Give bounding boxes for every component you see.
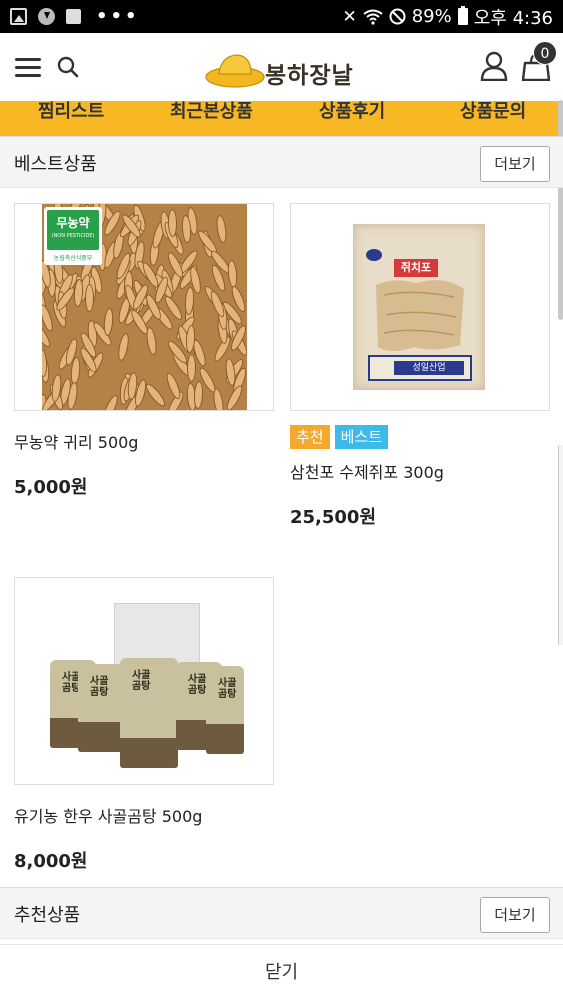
product-card[interactable]: 무농약 (NON PESTICIDE) 농림축산식품부 무농약 귀리 500g … [14,203,274,499]
store-notification-icon [66,9,81,24]
tab-recently-viewed[interactable]: 최근본상품 [170,101,253,123]
product-card[interactable]: 쥐치포 성일산업 추천 베스트 삼천포 수제쥐포 300g 25,500원 [290,203,550,529]
oat-grain [73,278,84,308]
oat-grain [226,259,239,289]
dried-filefish-pack-image: 쥐치포 성일산업 [353,224,485,390]
product-name[interactable]: 유기농 한우 사골곰탕 500g [14,803,274,827]
product-name[interactable]: 삼천포 수제쥐포 300g [290,459,550,483]
oat-grain [116,332,131,362]
product-image[interactable]: 무농약 (NON PESTICIDE) 농림축산식품부 [14,203,274,411]
status-bar: ••• ✕ 89% 오후 4:36 [0,0,563,33]
product-price: 5,000원 [14,477,88,498]
battery-percent: 89% [411,6,452,27]
battery-icon [457,6,468,25]
no-sim-icon [389,8,406,25]
oat-grain [187,354,196,382]
product-name[interactable]: 무농약 귀리 500g [14,429,274,453]
site-logo[interactable]: 봉하장날 [205,50,365,90]
oat-grain [102,307,115,337]
product-price: 8,000원 [14,851,88,872]
oat-grain [223,383,246,410]
more-notifications-icon: ••• [96,6,140,27]
product-price: 25,500원 [290,507,377,528]
oat-grain [143,381,168,409]
gallery-notification-icon [10,8,27,25]
more-button[interactable]: 더보기 [480,146,550,182]
oat-grain [85,284,94,312]
product-badges: 추천 베스트 [290,425,550,449]
tab-wishlist[interactable]: 찜리스트 [38,101,104,123]
wifi-icon [363,9,383,25]
oat-grain [100,393,121,410]
straw-hat-icon [205,54,265,88]
user-icon[interactable] [480,51,508,81]
quick-menu-bar: 찜리스트 최근본상품 상품후기 상품문의 [0,101,563,136]
clock: 오후 4:36 [473,7,553,29]
close-button[interactable]: 닫기 [0,944,563,1000]
logo-text: 봉하장날 [265,62,354,89]
tab-reviews[interactable]: 상품후기 [319,101,385,123]
oat-grain [193,380,204,410]
oat-grains-image: 무농약 (NON PESTICIDE) 농림축산식품부 [42,204,247,410]
product-card[interactable]: 사골곰탕 사골곰탕 사골곰탕 사골곰탕 사골곰탕 유기농 한우 사골곰탕 500… [14,577,274,873]
cart-count-badge: 0 [533,41,557,65]
side-scroll-handle[interactable] [558,445,563,645]
product-image[interactable]: 쥐치포 성일산업 [290,203,550,411]
page-scrollbar[interactable] [558,100,563,320]
oat-grain [167,208,178,238]
download-notification-icon [38,8,55,25]
mute-icon: ✕ [342,6,357,27]
oat-grain [164,371,183,401]
section-title: 추천상품 [14,905,81,926]
tab-inquiries[interactable]: 상품문의 [460,101,526,123]
site-header: 봉하장날 0 [0,33,563,101]
beef-bone-soup-image: 사골곰탕 사골곰탕 사골곰탕 사골곰탕 사골곰탕 [42,578,247,784]
product-image[interactable]: 사골곰탕 사골곰탕 사골곰탕 사골곰탕 사골곰탕 [14,577,274,785]
recommended-section-header: 추천상품 더보기 [0,887,563,939]
search-icon[interactable] [57,56,79,78]
organic-cert-mark: 무농약 (NON PESTICIDE) 농림축산식품부 [44,207,102,265]
more-button[interactable]: 더보기 [480,897,550,933]
best-section-header: 베스트상품 더보기 [0,136,563,188]
menu-icon[interactable] [15,58,41,77]
best-badge: 베스트 [334,425,389,449]
recommend-badge: 추천 [290,425,330,449]
section-title: 베스트상품 [14,154,97,175]
oat-grain [215,214,228,244]
